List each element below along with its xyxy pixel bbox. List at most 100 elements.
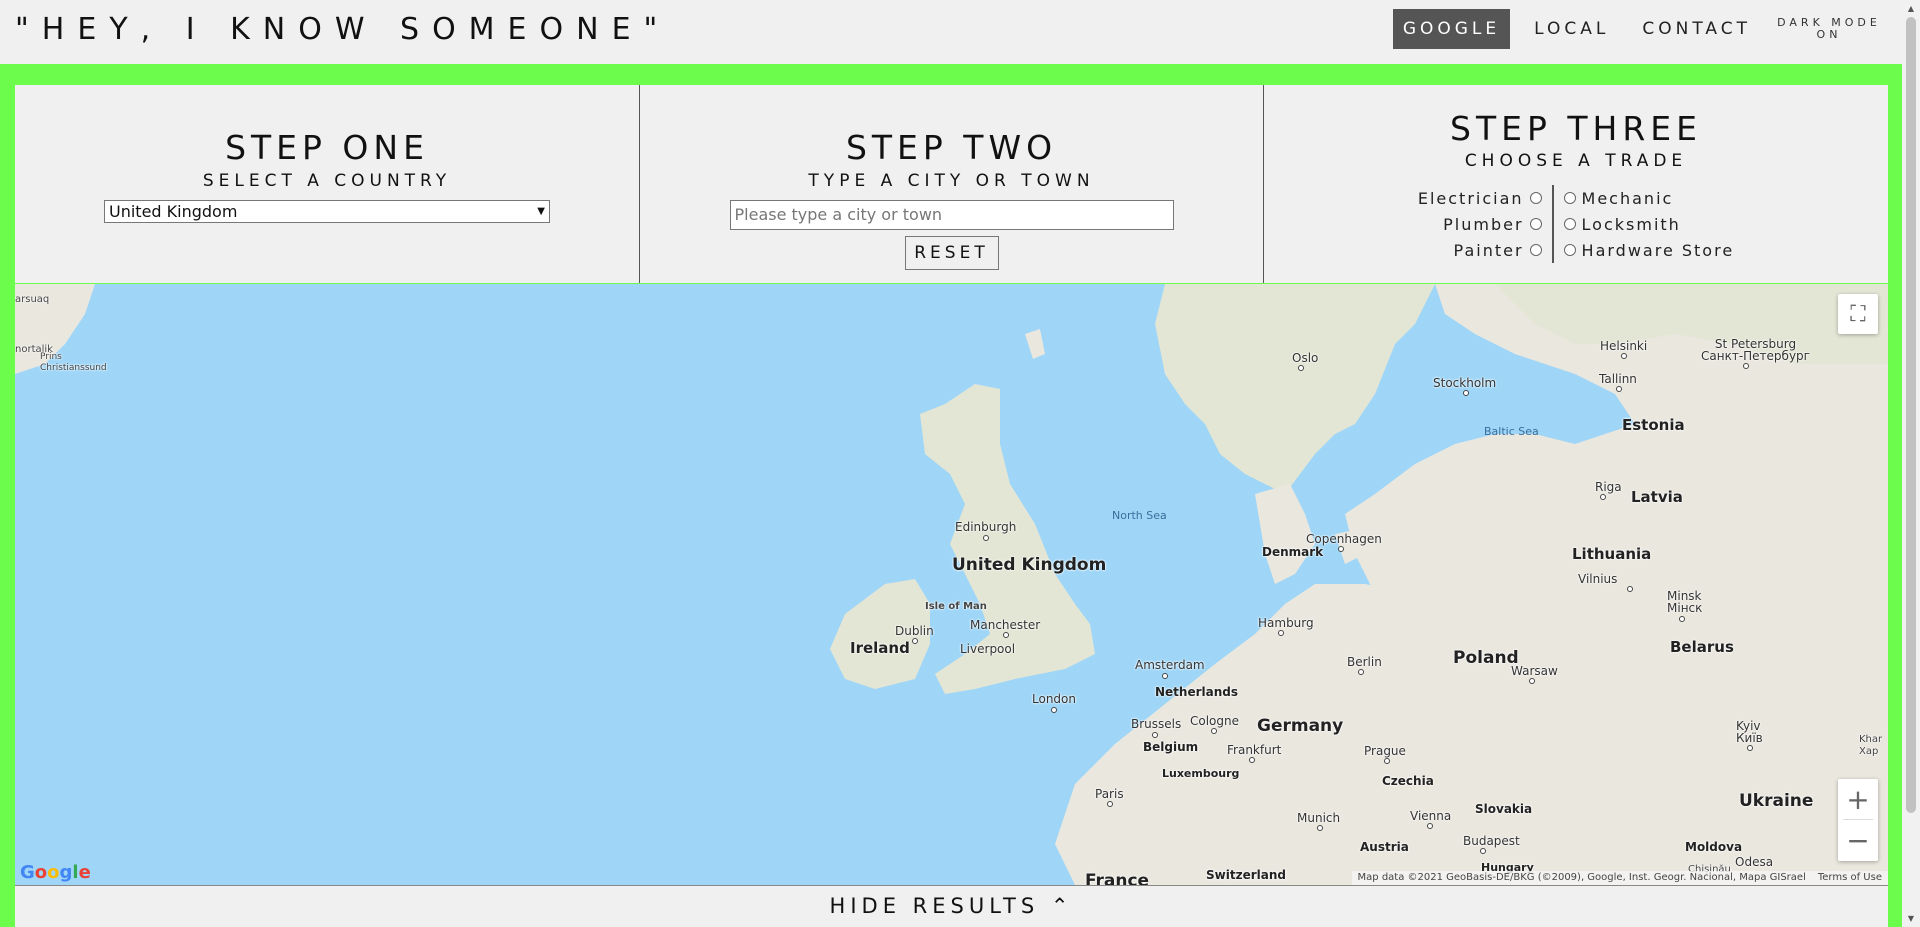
label-riga: Riga [1595, 480, 1622, 494]
city-marker [983, 535, 989, 541]
city-marker [1463, 390, 1469, 396]
label-khar: Khar Хар [1859, 734, 1883, 757]
fullscreen-icon[interactable]: ⛶ [1838, 294, 1878, 334]
scrollbar-thumb[interactable] [1906, 17, 1916, 813]
trade-option-painter[interactable]: Painter [1454, 237, 1542, 263]
city-marker [1051, 707, 1057, 713]
terms-of-use-link[interactable]: Terms of Use [1818, 871, 1882, 885]
label-netherlands: Netherlands [1155, 685, 1239, 699]
trade-column-left: Electrician Plumber Painter [1418, 185, 1554, 263]
label-vienna: Vienna [1410, 809, 1452, 823]
radio-mechanic[interactable] [1563, 192, 1576, 204]
label-latvia: Latvia [1631, 488, 1683, 506]
label-luxembourg: Luxembourg [1162, 767, 1240, 780]
dark-mode-toggle[interactable]: DARK MODE ON [1774, 17, 1884, 41]
label-poland: Poland [1453, 648, 1519, 668]
step-two: STEP TWO TYPE A CITY OR TOWN Please type… [640, 85, 1264, 283]
trade-option-locksmith[interactable]: Locksmith [1563, 211, 1681, 237]
step-two-subtitle: TYPE A CITY OR TOWN [808, 171, 1095, 191]
label-slovakia: Slovakia [1475, 802, 1533, 816]
label-switzerland: Switzerland [1206, 868, 1286, 882]
label-odesa: Odesa [1735, 855, 1774, 869]
radio-plumber[interactable] [1529, 218, 1542, 230]
nav-google[interactable]: GOOGLE [1392, 9, 1511, 49]
zoom-control: + − [1838, 779, 1878, 861]
city-marker [1427, 823, 1433, 829]
label-denmark: Denmark [1262, 545, 1324, 559]
step-three-title: STEP THREE [1450, 109, 1702, 148]
trade-option-plumber[interactable]: Plumber [1443, 211, 1542, 237]
label-prague: Prague [1364, 744, 1406, 758]
city-marker [1384, 758, 1390, 764]
label-narsarsuaq: arsuaq [15, 294, 50, 305]
label-christianssund: Prins Christianssund [40, 352, 107, 373]
label-st-petersburg: St Petersburg Санкт-Петербург [1701, 337, 1810, 363]
trade-option-hardware-store[interactable]: Hardware Store [1563, 237, 1735, 263]
city-marker [1358, 669, 1364, 675]
city-marker [1338, 546, 1344, 552]
city-marker [1529, 678, 1535, 684]
scroll-down-icon[interactable]: ▼ [1902, 910, 1920, 927]
trade-options: Electrician Plumber Painter Mechanic Loc… [1264, 185, 1888, 263]
label-hamburg: Hamburg [1258, 616, 1314, 630]
label-edinburgh: Edinburgh [955, 520, 1017, 534]
label-lithuania: Lithuania [1572, 545, 1652, 563]
label-cologne: Cologne [1190, 714, 1240, 728]
label-belarus: Belarus [1670, 638, 1734, 656]
country-select[interactable]: United Kingdom ▼ [104, 200, 550, 223]
nav-local[interactable]: LOCAL [1524, 9, 1619, 49]
radio-locksmith[interactable] [1563, 218, 1576, 230]
google-logo: Google [20, 862, 91, 883]
trade-option-electrician[interactable]: Electrician [1418, 185, 1542, 211]
label-budapest: Budapest [1463, 834, 1520, 848]
label-estonia: Estonia [1622, 416, 1685, 434]
radio-electrician[interactable] [1529, 192, 1542, 204]
label-helsinki: Helsinki [1600, 339, 1648, 353]
trade-option-mechanic[interactable]: Mechanic [1563, 185, 1674, 211]
trade-label: Locksmith [1581, 214, 1681, 234]
label-united-kingdom: United Kingdom [952, 555, 1107, 575]
step-one-subtitle: SELECT A COUNTRY [202, 171, 452, 191]
label-amsterdam: Amsterdam [1135, 658, 1205, 672]
radio-hardware-store[interactable] [1563, 244, 1576, 256]
step-one-title: STEP ONE [225, 128, 429, 167]
reset-button[interactable]: RESET [904, 236, 999, 270]
zoom-in-button[interactable]: + [1838, 779, 1878, 819]
chevron-down-icon: ▼ [537, 206, 545, 217]
city-marker [1003, 632, 1009, 638]
hide-results-button[interactable]: HIDE RESULTS ⌃ [830, 894, 1074, 918]
page-scrollbar[interactable]: ▲ ▼ [1902, 0, 1920, 927]
label-isle-of-man: Isle of Man [925, 601, 987, 612]
label-london: London [1032, 692, 1076, 706]
trade-label: Hardware Store [1581, 240, 1735, 260]
city-marker [1480, 848, 1486, 854]
label-moldova: Moldova [1685, 840, 1743, 854]
city-marker [1152, 732, 1158, 738]
attribution-text: Map data ©2021 GeoBasis-DE/BKG (©2009), … [1357, 872, 1806, 883]
results-bar: HIDE RESULTS ⌃ [15, 885, 1888, 927]
label-dublin: Dublin [895, 624, 934, 638]
city-marker [1278, 630, 1284, 636]
label-berlin: Berlin [1347, 655, 1382, 669]
zoom-out-button[interactable]: − [1838, 820, 1878, 860]
label-ukraine: Ukraine [1739, 791, 1814, 811]
city-marker [1679, 616, 1685, 622]
city-marker [1107, 801, 1113, 807]
city-marker [1317, 825, 1323, 831]
label-frankfurt: Frankfurt [1227, 743, 1282, 757]
step-two-title: STEP TWO [845, 128, 1058, 167]
label-kyiv: Kyiv Київ [1736, 719, 1763, 745]
google-map[interactable]: United Kingdom Ireland France Germany Po… [15, 284, 1888, 885]
nav-contact[interactable]: CONTACT [1632, 9, 1761, 49]
trade-label: Mechanic [1581, 188, 1674, 208]
label-oslo: Oslo [1292, 351, 1319, 365]
scroll-up-icon[interactable]: ▲ [1902, 0, 1920, 17]
label-belgium: Belgium [1143, 740, 1199, 754]
trade-label: Plumber [1443, 214, 1524, 234]
city-input[interactable]: Please type a city or town [729, 200, 1174, 230]
city-marker [912, 638, 918, 644]
step-three-subtitle: CHOOSE A TRADE [1464, 151, 1688, 171]
radio-painter[interactable] [1529, 244, 1542, 256]
label-czechia: Czechia [1382, 774, 1434, 788]
label-munich: Munich [1297, 811, 1341, 825]
